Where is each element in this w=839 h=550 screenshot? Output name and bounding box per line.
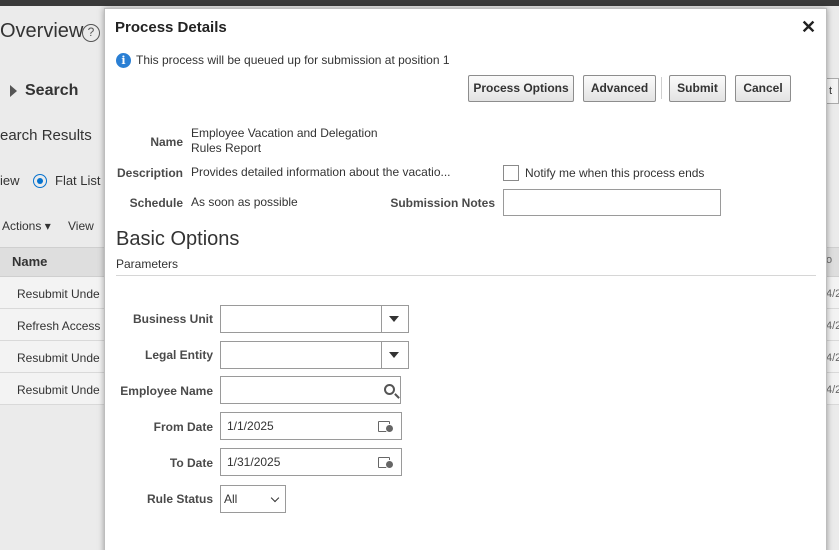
- submission-notes-input[interactable]: [503, 189, 721, 216]
- dialog-title: Process Details: [115, 19, 227, 36]
- button-separator: [661, 77, 662, 99]
- process-details-dialog: Process Details ✕ i This process will be…: [104, 8, 827, 550]
- background-button-label: t: [829, 85, 833, 97]
- parameters-subtitle: Parameters: [116, 257, 179, 271]
- schedule-label: Schedule: [129, 196, 183, 210]
- row-date: 4/2: [826, 288, 839, 300]
- legal-entity-label: Legal Entity: [144, 348, 213, 362]
- background-button[interactable]: t: [826, 78, 839, 104]
- actions-label: Actions: [2, 219, 42, 233]
- row-date: 4/2: [826, 320, 839, 332]
- business-unit-select[interactable]: [220, 305, 409, 333]
- info-icon: i: [116, 53, 131, 68]
- from-date-label: From Date: [153, 420, 213, 434]
- row-date: 4/2: [826, 384, 839, 396]
- legal-entity-select[interactable]: [220, 341, 409, 369]
- help-icon[interactable]: ?: [82, 24, 100, 42]
- select-divider: [381, 342, 382, 368]
- row-name: Resubmit Unde: [17, 287, 100, 301]
- view-label: iew: [0, 173, 20, 188]
- name-value-line1: Employee Vacation and Delegation: [191, 126, 378, 140]
- dropdown-arrow-icon[interactable]: [389, 316, 399, 322]
- description-value: Provides detailed information about the …: [191, 165, 451, 179]
- rule-status-select[interactable]: All: [220, 485, 286, 513]
- rule-status-value: All: [224, 492, 238, 506]
- basic-options-title: Basic Options: [116, 228, 240, 250]
- dropdown-arrow-icon[interactable]: [389, 352, 399, 358]
- name-label: Name: [150, 135, 183, 149]
- name-value-line2: Rules Report: [191, 141, 262, 155]
- search-section-toggle[interactable]: Search: [10, 82, 78, 100]
- page-title: Overview: [0, 20, 84, 42]
- notify-checkbox[interactable]: [503, 165, 519, 181]
- submission-notes-label: Submission Notes: [390, 196, 495, 210]
- employee-name-input[interactable]: [220, 376, 401, 404]
- view-menu[interactable]: View: [68, 219, 94, 233]
- section-divider: [116, 275, 816, 276]
- actions-menu[interactable]: Actions ▾: [2, 219, 51, 233]
- calendar-icon[interactable]: [378, 418, 394, 433]
- flat-list-label: Flat List: [55, 173, 101, 188]
- flat-list-radio[interactable]: [33, 174, 47, 188]
- row-name: Refresh Access: [17, 319, 101, 333]
- business-unit-label: Business Unit: [132, 312, 213, 326]
- process-options-button[interactable]: Process Options: [468, 75, 574, 102]
- view-menu-label: View: [68, 219, 94, 233]
- row-name: Resubmit Unde: [17, 351, 100, 365]
- select-divider: [381, 306, 382, 332]
- from-date-input[interactable]: 1/1/2025: [220, 412, 402, 440]
- description-label: Description: [116, 166, 183, 180]
- employee-name-label: Employee Name: [120, 384, 213, 398]
- search-results-heading: earch Results: [0, 127, 92, 144]
- chevron-down-icon: [270, 493, 280, 503]
- search-label: Search: [25, 82, 79, 99]
- submit-button[interactable]: Submit: [669, 75, 726, 102]
- search-icon[interactable]: [384, 384, 395, 395]
- cancel-button[interactable]: Cancel: [735, 75, 791, 102]
- schedule-value: As soon as possible: [191, 195, 298, 209]
- expand-triangle-icon: [10, 84, 17, 97]
- calendar-icon[interactable]: [378, 454, 394, 469]
- name-column-header[interactable]: Name: [12, 254, 47, 269]
- to-date-input[interactable]: 1/31/2025: [220, 448, 402, 476]
- rule-status-label: Rule Status: [146, 492, 213, 506]
- row-date: 4/2: [826, 352, 839, 364]
- notify-label: Notify me when this process ends: [525, 166, 705, 180]
- top-bar: [0, 0, 839, 6]
- row-name: Resubmit Unde: [17, 383, 100, 397]
- advanced-button[interactable]: Advanced: [583, 75, 656, 102]
- info-message: This process will be queued up for submi…: [136, 53, 450, 67]
- close-icon[interactable]: ✕: [801, 17, 816, 38]
- to-date-label: To Date: [169, 456, 213, 470]
